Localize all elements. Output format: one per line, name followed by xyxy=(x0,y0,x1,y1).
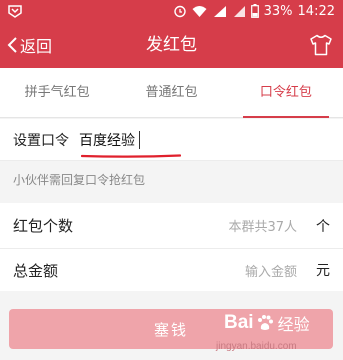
password-input[interactable]: 百度经验 xyxy=(79,130,140,150)
text-caret xyxy=(139,130,140,149)
alarm-clock-icon xyxy=(173,5,186,18)
tab-password-packet[interactable]: 口令红包 xyxy=(229,68,343,118)
tab-lucky-packet[interactable]: 拼手气红包 xyxy=(0,68,114,117)
clock-time: 14:22 xyxy=(297,3,335,19)
password-label: 设置口令 xyxy=(13,132,69,149)
signal-icon xyxy=(233,5,245,17)
packet-count-row: 红包个数 本群共37人 个 xyxy=(0,203,343,249)
wifi-icon xyxy=(192,5,207,17)
packet-count-label: 红包个数 xyxy=(13,217,74,235)
back-label: 返回 xyxy=(20,37,53,56)
notification-heart-icon xyxy=(8,5,22,18)
nav-bar: 返回 发红包 xyxy=(0,22,343,68)
total-amount-row: 总金额 输入金额 元 xyxy=(0,249,343,291)
back-button[interactable]: 返回 xyxy=(6,22,52,68)
password-hint: 小伙伴需回复口令抢红包 xyxy=(13,173,146,187)
total-amount-unit: 元 xyxy=(316,263,330,279)
signal-4g-icon xyxy=(213,5,226,17)
packet-type-tabs: 拼手气红包 普通红包 口令红包 xyxy=(0,68,343,118)
packet-count-unit: 个 xyxy=(316,218,330,235)
submit-money-button[interactable]: 塞钱 xyxy=(9,309,333,349)
total-amount-input[interactable]: 输入金额 xyxy=(245,249,297,291)
battery-icon xyxy=(250,4,259,18)
shirt-icon[interactable] xyxy=(309,34,333,56)
total-amount-label: 总金额 xyxy=(13,261,59,280)
status-bar: 33% 14:22 xyxy=(0,0,343,22)
highlight-underline xyxy=(81,154,181,158)
packet-count-input[interactable]: 本群共37人 xyxy=(228,203,297,248)
password-value: 百度经验 xyxy=(79,132,135,149)
tab-normal-packet[interactable]: 普通红包 xyxy=(114,68,228,117)
status-right: 33% 14:22 xyxy=(173,3,335,19)
chevron-left-icon xyxy=(7,37,17,53)
battery-percent: 33% xyxy=(263,3,293,19)
